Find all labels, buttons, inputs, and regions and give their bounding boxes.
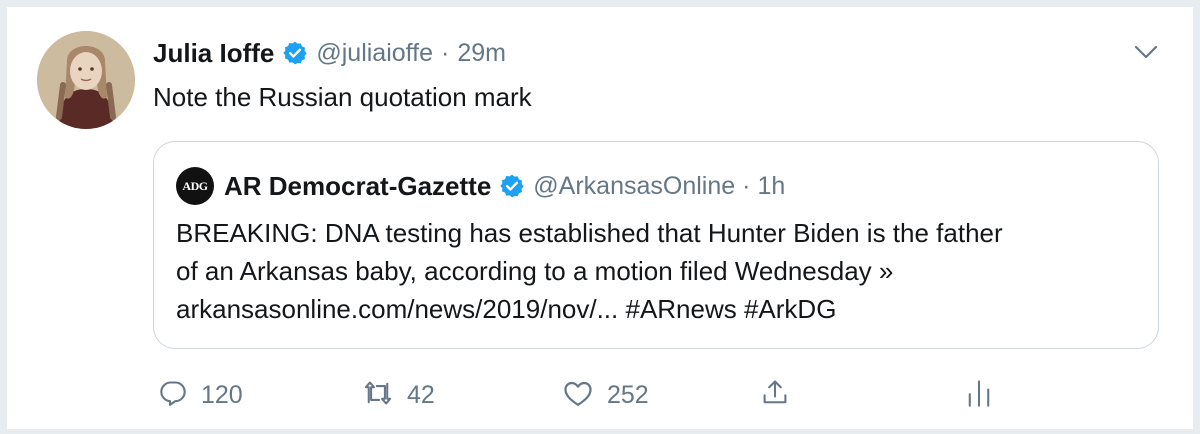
separator-dot: · <box>742 171 751 200</box>
author-name[interactable]: Julia Ioffe <box>153 38 274 69</box>
tweet-card[interactable]: Julia Ioffe @juliaioffe · 29m Note the R… <box>6 6 1194 430</box>
reply-button[interactable]: 120 <box>159 373 243 417</box>
separator-dot: · <box>441 38 450 67</box>
avatar[interactable] <box>37 31 135 129</box>
retweet-count: 42 <box>407 380 435 409</box>
chevron-down-icon[interactable] <box>1131 37 1161 67</box>
heart-icon <box>563 379 593 412</box>
quoted-tweet-text: BREAKING: DNA testing has established th… <box>176 214 1146 328</box>
like-count: 252 <box>607 380 649 409</box>
retweet-icon <box>363 379 393 412</box>
quoted-tweet-header: ADG AR Democrat-Gazette @ArkansasOnline … <box>176 166 785 206</box>
like-button[interactable]: 252 <box>563 373 649 417</box>
reply-count: 120 <box>201 380 243 409</box>
verified-badge-icon <box>282 40 308 66</box>
tweet-text: Note the Russian quotation mark <box>153 82 532 112</box>
tweet-header: Julia Ioffe @juliaioffe · 29m <box>153 33 506 73</box>
retweet-button[interactable]: 42 <box>363 373 435 417</box>
quoted-author-handle: @ArkansasOnline <box>533 171 736 200</box>
quoted-text-line: BREAKING: DNA testing has established th… <box>176 218 1003 248</box>
quoted-timestamp: 1h <box>757 171 786 200</box>
quoted-author-name: AR Democrat-Gazette <box>224 170 492 201</box>
verified-badge-icon <box>499 173 525 199</box>
share-icon <box>761 378 789 413</box>
tweet-actions: 120 42 252 <box>153 373 1033 417</box>
quoted-avatar-logo: ADG <box>176 167 214 205</box>
quoted-text-line: of an Arkansas baby, according to a moti… <box>176 256 894 286</box>
analytics-button[interactable] <box>965 373 993 417</box>
analytics-icon <box>965 378 993 413</box>
author-handle[interactable]: @juliaioffe <box>316 39 433 68</box>
reply-icon <box>159 379 187 412</box>
share-button[interactable] <box>761 373 789 417</box>
timestamp[interactable]: 29m <box>457 39 506 68</box>
quoted-tweet[interactable]: ADG AR Democrat-Gazette @ArkansasOnline … <box>153 141 1159 349</box>
quoted-text-line: arkansasonline.com/news/2019/nov/... #AR… <box>176 294 837 324</box>
